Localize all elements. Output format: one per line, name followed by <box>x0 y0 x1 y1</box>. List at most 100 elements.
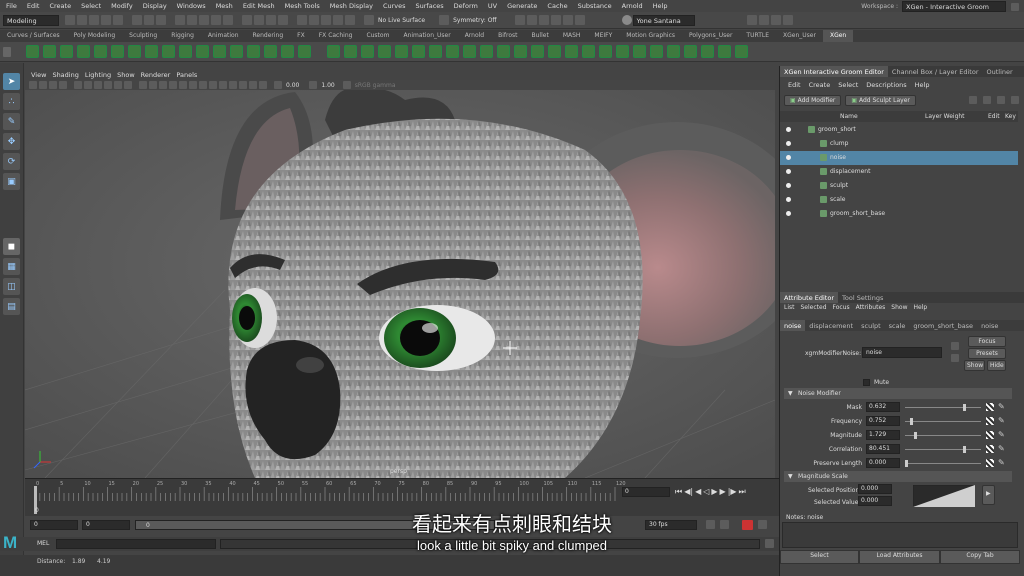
node-tab-sculpt[interactable]: sculpt <box>857 320 885 331</box>
xgen-density-icon[interactable] <box>247 45 260 58</box>
attr-value-field[interactable]: 80.451 <box>866 444 900 454</box>
menu-modify[interactable]: Modify <box>111 2 133 10</box>
render-frame-icon[interactable] <box>309 15 319 25</box>
live-surface-label[interactable]: No Live Surface <box>378 17 425 24</box>
xgen-placement-icon[interactable] <box>94 45 107 58</box>
menu-windows[interactable]: Windows <box>177 2 206 10</box>
attr-slider-handle[interactable] <box>910 418 914 425</box>
color-management-icon[interactable] <box>342 81 351 89</box>
add-sculpt-layer-button[interactable]: ▣ Add Sculpt Layer <box>845 95 916 106</box>
map-checker-icon[interactable] <box>986 459 994 467</box>
wireframe-toggle-icon[interactable] <box>514 15 525 25</box>
groom-menu-create[interactable]: Create <box>809 81 831 92</box>
shelf-tab[interactable]: Rendering <box>246 30 291 42</box>
focus-button[interactable]: Focus <box>968 336 1006 347</box>
map-checker-icon[interactable] <box>986 431 994 439</box>
exposure-value[interactable]: 0.00 <box>286 82 299 89</box>
construction-history-icon[interactable] <box>278 15 288 25</box>
menu-edit-mesh[interactable]: Edit Mesh <box>243 2 275 10</box>
xgen-render-icon[interactable] <box>565 45 578 58</box>
resolution-gate-icon[interactable] <box>94 81 102 89</box>
xgen-modifier-icon[interactable] <box>701 45 714 58</box>
xgen-grab-icon[interactable] <box>480 45 493 58</box>
bookmark-icon[interactable] <box>49 81 57 89</box>
menu-arnold[interactable]: Arnold <box>622 2 643 10</box>
motion-blur-icon[interactable] <box>209 81 217 89</box>
xgen-curves-icon[interactable] <box>378 45 391 58</box>
ambient-occlusion-icon[interactable] <box>199 81 207 89</box>
lasso-tool-icon[interactable]: ∴ <box>3 93 20 110</box>
menu-edit[interactable]: Edit <box>27 2 40 10</box>
shelf-tab[interactable]: FX Caching <box>312 30 360 42</box>
snap-grid-icon[interactable] <box>175 15 185 25</box>
viewport[interactable]: persp <box>25 90 775 478</box>
visibility-eye-icon[interactable] <box>786 169 791 174</box>
tree-row-scale[interactable]: scale <box>780 193 1018 207</box>
go-start-icon[interactable]: ⏮ <box>675 487 682 497</box>
menu-deform[interactable]: Deform <box>454 2 478 10</box>
xgen-noise-icon[interactable] <box>230 45 243 58</box>
node-tab-scale[interactable]: scale <box>885 320 910 331</box>
four-view-icon[interactable]: ▦ <box>3 258 20 275</box>
tree-header-name[interactable]: Name <box>840 113 858 120</box>
shelf-tab[interactable]: Motion Graphics <box>619 30 682 42</box>
selected-position-field[interactable]: 0.000 <box>858 484 892 494</box>
input-ops-icon[interactable] <box>254 15 264 25</box>
menu-mesh-display[interactable]: Mesh Display <box>330 2 373 10</box>
tab-outliner[interactable]: Outliner <box>983 66 1017 77</box>
delete-layer-icon[interactable] <box>1011 96 1019 104</box>
shelf-tab[interactable]: Custom <box>359 30 396 42</box>
current-frame-field[interactable]: 0 <box>622 487 670 497</box>
shelf-tab[interactable]: Bullet <box>525 30 556 42</box>
lock-icon[interactable] <box>1011 2 1019 11</box>
gate-mask-icon[interactable] <box>104 81 112 89</box>
snap-surface-icon[interactable] <box>223 15 233 25</box>
menu-uv[interactable]: UV <box>488 2 497 10</box>
attr-slider[interactable] <box>905 418 981 425</box>
visibility-eye-icon[interactable] <box>786 127 791 132</box>
xgen-graph-icon[interactable] <box>735 45 748 58</box>
node-tab-noise[interactable]: noise <box>780 320 806 331</box>
scale-tool-icon[interactable]: ▣ <box>3 173 20 190</box>
panel-menu-panels[interactable]: Panels <box>176 71 197 79</box>
xgen-interactive-groom-icon[interactable] <box>361 45 374 58</box>
xgen-repel-icon[interactable] <box>429 45 442 58</box>
save-scene-icon[interactable] <box>89 15 99 25</box>
map-checker-icon[interactable] <box>986 417 994 425</box>
snap-point-icon[interactable] <box>199 15 209 25</box>
gamma-icon[interactable] <box>309 81 318 89</box>
shelf-tab[interactable]: Curves / Surfaces <box>0 30 67 42</box>
image-plane-icon[interactable] <box>59 81 67 89</box>
rotate-tool-icon[interactable]: ⟳ <box>3 153 20 170</box>
panel-menu-shading[interactable]: Shading <box>52 71 78 79</box>
add-modifier-button[interactable]: ▣ Add Modifier <box>784 95 842 106</box>
outliner-layout-icon[interactable]: ▤ <box>3 298 20 315</box>
panel-menu-lighting[interactable]: Lighting <box>85 71 111 79</box>
go-end-icon[interactable]: ⏭ <box>739 487 746 497</box>
tree-header-key[interactable]: Key <box>1005 113 1016 120</box>
xgen-bake-icon[interactable] <box>684 45 697 58</box>
visibility-eye-icon[interactable] <box>786 183 791 188</box>
xgen-width-icon[interactable] <box>281 45 294 58</box>
shelf-tab[interactable]: FX <box>290 30 312 42</box>
tree-row-displacement[interactable]: displacement <box>780 165 1018 179</box>
xgen-region-icon[interactable] <box>667 45 680 58</box>
grid-toggle-icon[interactable] <box>550 15 561 25</box>
channel-box-icon[interactable] <box>758 15 769 25</box>
hypershade-icon[interactable] <box>345 15 355 25</box>
tree-row-groom-short[interactable]: groom_short <box>780 123 1018 137</box>
shelf-tab[interactable]: TURTLE <box>739 30 776 42</box>
attr-slider[interactable] <box>905 404 981 411</box>
xgen-select-icon[interactable] <box>531 45 544 58</box>
play-icon[interactable]: ▶ <box>711 487 717 497</box>
paint-brush-icon[interactable]: ✎ <box>998 402 1005 411</box>
xray-toggle-icon[interactable] <box>526 15 537 25</box>
two-view-icon[interactable]: ◫ <box>3 278 20 295</box>
snap-curve-icon[interactable] <box>187 15 197 25</box>
render-settings-icon[interactable] <box>333 15 343 25</box>
menu-create[interactable]: Create <box>49 2 71 10</box>
magnitude-scale-section[interactable]: ▼ Magnitude Scale <box>784 471 1012 482</box>
attr-slider-handle[interactable] <box>905 460 908 467</box>
default-material-icon[interactable] <box>159 81 167 89</box>
camera-toggle-icon[interactable] <box>562 15 573 25</box>
